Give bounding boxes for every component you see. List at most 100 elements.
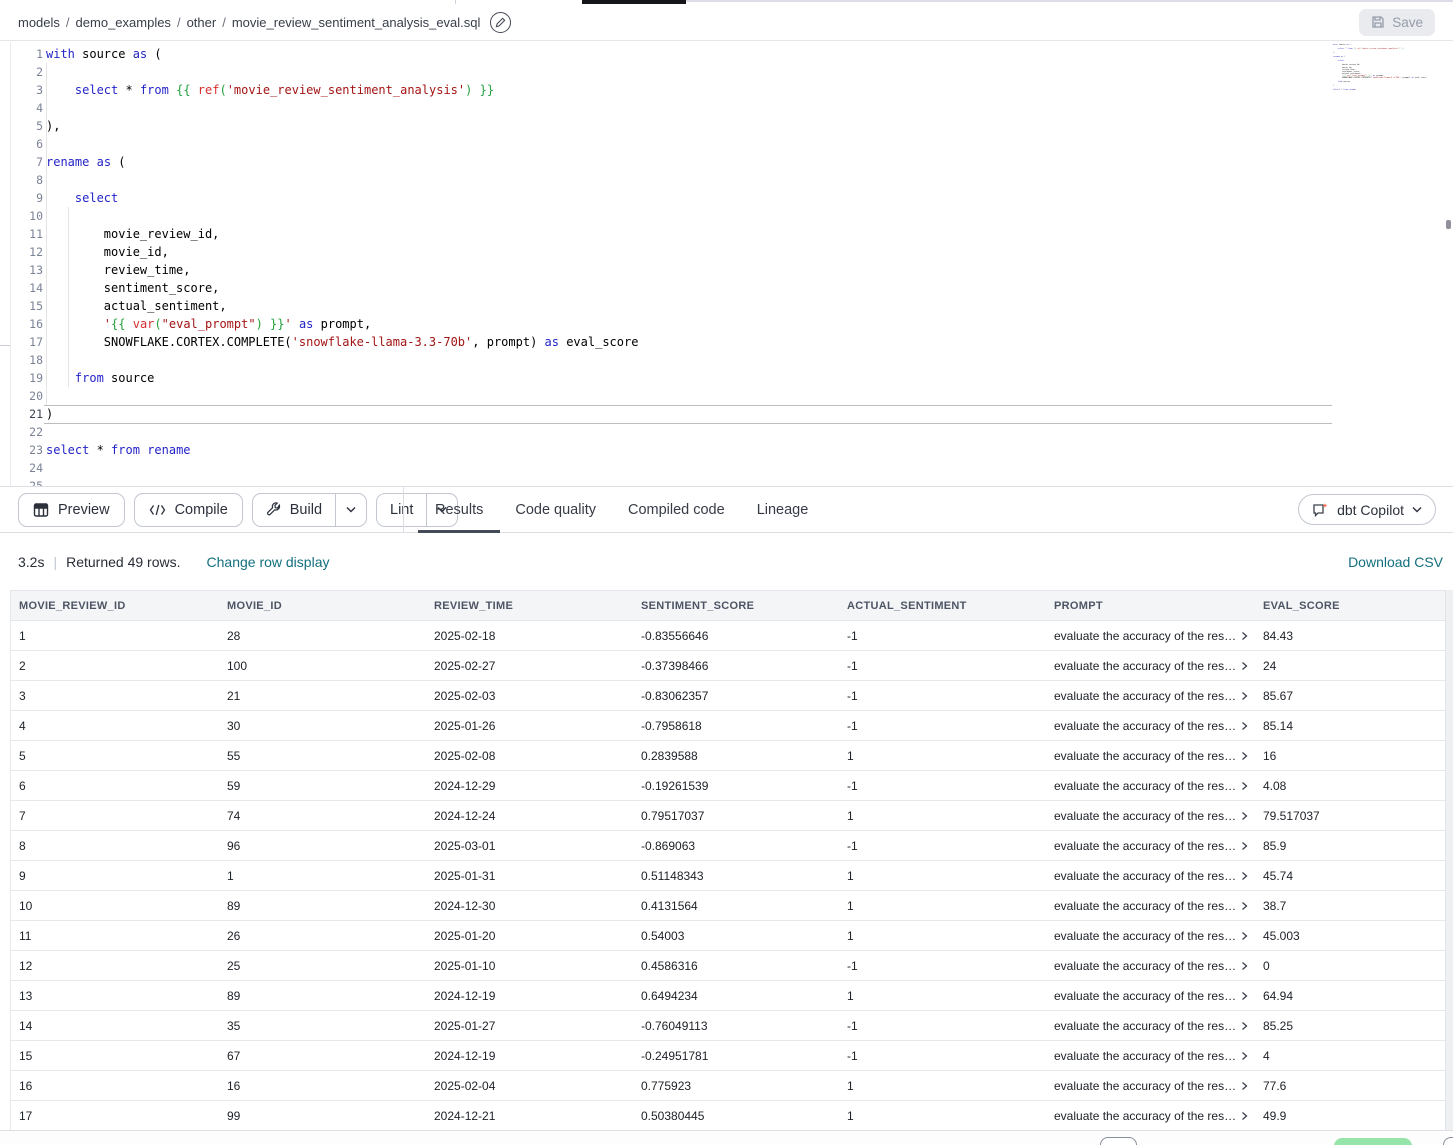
code-line[interactable]: 10: [0, 207, 1453, 225]
code-line[interactable]: 15 actual_sentiment,: [0, 297, 1453, 315]
table-row[interactable]: 21002025-02-27-0.37398466-1evaluate the …: [11, 651, 1446, 681]
table-row[interactable]: 13892024-12-190.64942341evaluate the acc…: [11, 981, 1446, 1011]
breadcrumb-demo-examples[interactable]: demo_examples: [76, 15, 171, 30]
expand-prompt-icon[interactable]: [1240, 1111, 1249, 1121]
code-minimap[interactable]: with source as ( select * from {{ ref('m…: [1333, 44, 1445, 95]
expand-prompt-icon[interactable]: [1240, 751, 1249, 761]
expand-prompt-icon[interactable]: [1240, 811, 1249, 821]
expand-prompt-icon[interactable]: [1240, 1081, 1249, 1091]
code-line[interactable]: 23select * from rename: [0, 441, 1453, 459]
column-header-sentiment_score[interactable]: SENTIMENT_SCORE: [633, 591, 839, 621]
dbt-copilot-button[interactable]: dbt Copilot: [1298, 494, 1436, 525]
code-line[interactable]: 20: [0, 387, 1453, 405]
compile-button[interactable]: Compile: [134, 493, 243, 527]
sql-editor[interactable]: 1with source as (23 select * from {{ ref…: [0, 42, 1453, 486]
tab-compiled-code[interactable]: Compiled code: [628, 487, 725, 532]
expand-prompt-icon[interactable]: [1240, 661, 1249, 671]
code-line[interactable]: 19 from source: [0, 369, 1453, 387]
expand-prompt-icon[interactable]: [1240, 961, 1249, 971]
expand-prompt-icon[interactable]: [1240, 691, 1249, 701]
table-row[interactable]: 7742024-12-240.795170371evaluate the acc…: [11, 801, 1446, 831]
build-button[interactable]: Build: [253, 494, 335, 526]
table-row[interactable]: 11262025-01-200.540031evaluate the accur…: [11, 921, 1446, 951]
code-line[interactable]: 11 movie_review_id,: [0, 225, 1453, 243]
change-row-display-link[interactable]: Change row display: [207, 554, 330, 570]
expand-prompt-icon[interactable]: [1240, 1051, 1249, 1061]
cell-sentiment_score: -0.83556646: [633, 621, 839, 651]
expand-prompt-icon[interactable]: [1240, 931, 1249, 941]
table-row[interactable]: 8962025-03-01-0.869063-1evaluate the acc…: [11, 831, 1446, 861]
table-row[interactable]: 16162025-02-040.7759231evaluate the accu…: [11, 1071, 1446, 1101]
tab-label: Lineage: [757, 502, 809, 518]
table-scrollbar-track[interactable]: [1445, 590, 1453, 1130]
expand-prompt-icon[interactable]: [1240, 721, 1249, 731]
download-csv-link[interactable]: Download CSV: [1348, 554, 1443, 570]
table-row[interactable]: 5552025-02-080.28395881evaluate the accu…: [11, 741, 1446, 771]
line-number: 9: [10, 189, 43, 207]
expand-prompt-icon[interactable]: [1240, 841, 1249, 851]
column-header-review_time[interactable]: REVIEW_TIME: [426, 591, 633, 621]
editor-scrollbar-thumb[interactable]: [1446, 220, 1451, 229]
table-row[interactable]: 1282025-02-18-0.83556646-1evaluate the a…: [11, 621, 1446, 651]
cell-sentiment_score: 0.79517037: [633, 801, 839, 831]
breadcrumb-models[interactable]: models: [18, 15, 60, 30]
breadcrumb-filename[interactable]: movie_review_sentiment_analysis_eval.sql: [232, 15, 481, 30]
column-header-eval_score[interactable]: EVAL_SCORE: [1255, 591, 1446, 621]
table-row[interactable]: 10892024-12-300.41315641evaluate the acc…: [11, 891, 1446, 921]
code-line[interactable]: 22: [0, 423, 1453, 441]
prompt-preview-text: evaluate the accuracy of the res…: [1054, 719, 1236, 733]
tab-lineage[interactable]: Lineage: [757, 487, 809, 532]
code-line[interactable]: 12 movie_id,: [0, 243, 1453, 261]
code-line[interactable]: 5),: [0, 117, 1453, 135]
cell-review_time: 2025-02-08: [426, 741, 633, 771]
code-line[interactable]: 13 review_time,: [0, 261, 1453, 279]
expand-prompt-icon[interactable]: [1240, 1021, 1249, 1031]
code-line[interactable]: 9 select: [0, 189, 1453, 207]
build-dropdown-toggle[interactable]: [335, 494, 366, 526]
bottom-partial-green-pill[interactable]: [1334, 1138, 1412, 1145]
table-row[interactable]: 912025-01-310.511483431evaluate the accu…: [11, 861, 1446, 891]
bottom-partial-button[interactable]: [1100, 1137, 1137, 1145]
column-header-movie_review_id[interactable]: MOVIE_REVIEW_ID: [11, 591, 219, 621]
table-row[interactable]: 6592024-12-29-0.19261539-1evaluate the a…: [11, 771, 1446, 801]
save-button[interactable]: Save: [1359, 9, 1435, 36]
expand-prompt-icon[interactable]: [1240, 991, 1249, 1001]
tab-results[interactable]: Results: [435, 487, 483, 532]
code-line[interactable]: 18: [0, 351, 1453, 369]
expand-prompt-icon[interactable]: [1240, 631, 1249, 641]
code-line[interactable]: 24: [0, 459, 1453, 477]
code-line[interactable]: 2: [0, 63, 1453, 81]
code-line[interactable]: 7rename as (: [0, 153, 1453, 171]
code-line[interactable]: 4: [0, 99, 1453, 117]
expand-prompt-icon[interactable]: [1240, 781, 1249, 791]
column-header-movie_id[interactable]: MOVIE_ID: [219, 591, 426, 621]
code-line[interactable]: 17 SNOWFLAKE.CORTEX.COMPLETE('snowflake-…: [0, 333, 1453, 351]
table-row[interactable]: 4302025-01-26-0.7958618-1evaluate the ac…: [11, 711, 1446, 741]
column-header-actual_sentiment[interactable]: ACTUAL_SENTIMENT: [839, 591, 1046, 621]
code-line[interactable]: 6: [0, 135, 1453, 153]
expand-prompt-icon[interactable]: [1240, 901, 1249, 911]
table-row[interactable]: 3212025-02-03-0.83062357-1evaluate the a…: [11, 681, 1446, 711]
lint-button[interactable]: Lint: [377, 494, 426, 526]
table-row[interactable]: 12252025-01-100.4586316-1evaluate the ac…: [11, 951, 1446, 981]
table-row[interactable]: 15672024-12-19-0.24951781-1evaluate the …: [11, 1041, 1446, 1071]
code-line[interactable]: 8: [0, 171, 1453, 189]
tab-code-quality[interactable]: Code quality: [515, 487, 596, 532]
code-line[interactable]: 16 '{{ var("eval_prompt") }}' as prompt,: [0, 315, 1453, 333]
cell-movie_review_id: 4: [11, 711, 219, 741]
bottom-partial-button[interactable]: [1443, 1137, 1453, 1145]
code-line[interactable]: 1with source as (: [0, 45, 1453, 63]
code-line[interactable]: 25: [0, 477, 1453, 486]
save-floppy-icon: [1371, 15, 1385, 29]
table-row[interactable]: 17992024-12-210.503804451evaluate the ac…: [11, 1101, 1446, 1131]
code-line[interactable]: 21): [0, 405, 1453, 423]
code-line[interactable]: 14 sentiment_score,: [0, 279, 1453, 297]
table-row[interactable]: 14352025-01-27-0.76049113-1evaluate the …: [11, 1011, 1446, 1041]
edit-file-icon[interactable]: [490, 12, 511, 33]
breadcrumb-other[interactable]: other: [187, 15, 217, 30]
column-header-prompt[interactable]: PROMPT: [1046, 591, 1255, 621]
code-text: [43, 207, 46, 225]
expand-prompt-icon[interactable]: [1240, 871, 1249, 881]
preview-button[interactable]: Preview: [18, 493, 125, 527]
code-line[interactable]: 3 select * from {{ ref('movie_review_sen…: [0, 81, 1453, 99]
